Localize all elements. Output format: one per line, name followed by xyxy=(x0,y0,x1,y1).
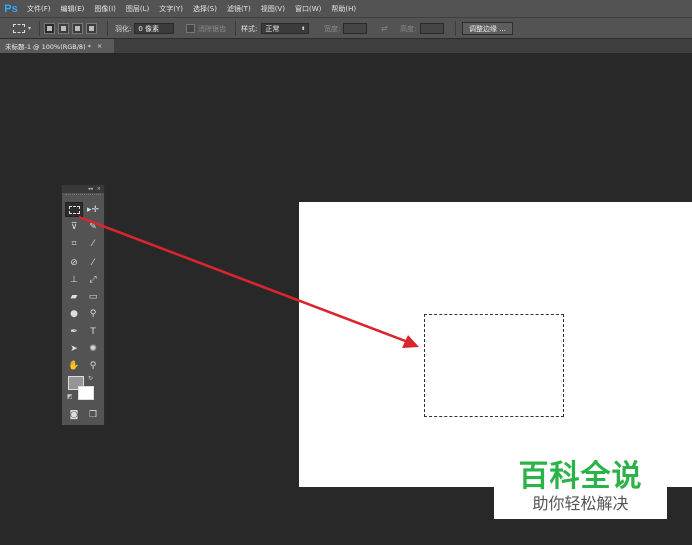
menu-file[interactable]: 文件(F) xyxy=(22,4,56,14)
document-tab[interactable]: 未标题-1 @ 100%(RGB/8) * × xyxy=(0,39,114,53)
type-tool[interactable]: T xyxy=(84,324,102,339)
quick-mask-button[interactable]: ◙ xyxy=(65,407,83,422)
tools-panel-header: ◂◂ × xyxy=(62,185,104,193)
background-color-swatch[interactable] xyxy=(78,386,94,400)
divider xyxy=(39,21,40,36)
divider xyxy=(107,21,108,36)
blur-tool[interactable]: ● xyxy=(65,306,83,321)
history-brush-icon: ⤢ xyxy=(89,274,97,285)
feather-input[interactable]: 0 像素 xyxy=(134,23,175,34)
menu-type[interactable]: 文字(Y) xyxy=(154,4,188,14)
menu-image[interactable]: 图像(I) xyxy=(89,4,121,14)
shape-icon: ✺ xyxy=(89,343,97,354)
antialias-label: 消除锯齿 xyxy=(198,24,226,33)
marquee-icon xyxy=(68,205,80,214)
pen-tool[interactable]: ✒ xyxy=(65,324,83,339)
magnifier-icon: ⚲ xyxy=(89,360,97,371)
document-tab-title: 未标题-1 @ 100%(RGB/8) * xyxy=(5,43,91,51)
eyedropper-tool[interactable]: ⁄ xyxy=(84,236,102,251)
rectangular-marquee-icon xyxy=(13,24,25,33)
eyedropper-icon: ⁄ xyxy=(92,238,94,249)
hand-tool[interactable]: ✋ xyxy=(65,358,83,373)
stamp-icon: ⊥ xyxy=(70,274,78,285)
move-icon: ▸✛ xyxy=(86,204,100,215)
screen-mode-icon: ❐ xyxy=(88,409,98,420)
options-bar: ▾ 羽化: 0 像素 消除锯齿 样式: 正常 ⬍ 宽度: ⇄ 高度: 调整边缘 … xyxy=(0,17,692,39)
style-select[interactable]: 正常 ⬍ xyxy=(261,23,310,34)
menu-help[interactable]: 帮助(H) xyxy=(326,4,361,14)
watermark-title: 百科全说 xyxy=(518,459,643,494)
menu-bar: Ps 文件(F) 编辑(E) 图像(I) 图层(L) 文字(Y) 选择(S) 滤… xyxy=(0,0,692,17)
eraser-tool[interactable]: ▰ xyxy=(65,289,83,304)
document-tab-bar: 未标题-1 @ 100%(RGB/8) * × xyxy=(0,39,692,53)
subtract-from-selection-button[interactable] xyxy=(72,23,83,34)
crop-tool[interactable]: ⌗ xyxy=(65,236,83,251)
default-colors-icon[interactable]: ◩ xyxy=(67,393,73,400)
path-selection-tool[interactable]: ➤ xyxy=(65,341,83,356)
intersect-selection-button[interactable] xyxy=(86,23,97,34)
style-label: 样式: xyxy=(241,24,258,33)
tool-preset-picker[interactable]: ▾ xyxy=(13,22,31,35)
zoom-tool[interactable]: ⚲ xyxy=(84,358,102,373)
photoshop-logo[interactable]: Ps xyxy=(0,0,22,17)
tools-panel: ◂◂ × ▸✛ ⊽ ✎ ⌗ ⁄ ⊘ ⁄ ⊥ ⤢ ▰ ▭ ● ⚲ ✒ T ➤ ✺ … xyxy=(61,184,105,426)
hand-icon: ✋ xyxy=(68,360,80,371)
gradient-tool[interactable]: ▭ xyxy=(84,289,102,304)
lasso-tool[interactable]: ⊽ xyxy=(65,219,83,234)
watermark-subtitle: 助你轻松解决 xyxy=(532,494,629,513)
quick-mask-icon: ◙ xyxy=(69,409,79,420)
clone-stamp-tool[interactable]: ⊥ xyxy=(65,272,83,287)
marquee-selection xyxy=(424,314,564,417)
dodge-tool[interactable]: ⚲ xyxy=(84,306,102,321)
healing-brush-tool[interactable]: ⊘ xyxy=(65,255,83,270)
panel-grip[interactable] xyxy=(65,194,101,200)
refine-edge-button[interactable]: 调整边缘 ... xyxy=(462,22,513,35)
select-arrows-icon: ⬍ xyxy=(301,25,306,32)
close-icon[interactable]: × xyxy=(97,186,101,192)
type-icon: T xyxy=(90,326,96,337)
arrow-cursor-icon: ➤ xyxy=(70,343,78,354)
brush-tool[interactable]: ⁄ xyxy=(84,255,102,270)
screen-mode-button[interactable]: ❐ xyxy=(84,407,102,422)
width-input xyxy=(343,23,368,34)
style-select-value: 正常 xyxy=(265,24,280,33)
watermark: 百科全说 助你轻松解决 xyxy=(494,447,667,519)
menu-view[interactable]: 视图(V) xyxy=(256,4,290,14)
new-selection-button[interactable] xyxy=(44,23,55,34)
dodge-icon: ⚲ xyxy=(89,308,97,319)
lasso-icon: ⊽ xyxy=(70,221,78,232)
brush-icon: ⁄ xyxy=(92,257,94,268)
menu-window[interactable]: 窗口(W) xyxy=(290,4,326,14)
history-brush-tool[interactable]: ⤢ xyxy=(84,272,102,287)
divider xyxy=(235,21,236,36)
crop-icon: ⌗ xyxy=(71,238,77,249)
menu-edit[interactable]: 编辑(E) xyxy=(56,4,90,14)
custom-shape-tool[interactable]: ✺ xyxy=(84,341,102,356)
height-input xyxy=(420,23,445,34)
collapse-panel-icon[interactable]: ◂◂ xyxy=(88,186,93,192)
add-to-selection-button[interactable] xyxy=(58,23,69,34)
bandage-icon: ⊘ xyxy=(70,257,78,268)
droplet-icon: ● xyxy=(70,308,78,319)
move-tool[interactable]: ▸✛ xyxy=(84,202,102,217)
quick-selection-tool[interactable]: ✎ xyxy=(84,219,102,234)
swap-colors-icon[interactable]: ↻ xyxy=(88,375,93,382)
checkbox-box[interactable] xyxy=(186,24,195,33)
menu-layer[interactable]: 图层(L) xyxy=(121,4,154,14)
antialias-checkbox[interactable]: 消除锯齿 xyxy=(186,22,226,35)
height-label: 高度: xyxy=(400,24,417,33)
gradient-icon: ▭ xyxy=(88,291,98,302)
divider xyxy=(455,21,456,36)
feather-label: 羽化: xyxy=(115,24,132,33)
chevron-down-icon: ▾ xyxy=(28,25,32,32)
rectangular-marquee-tool[interactable] xyxy=(65,202,83,217)
quick-selection-icon: ✎ xyxy=(89,221,97,232)
swap-width-height-icon: ⇄ xyxy=(381,24,388,33)
close-icon[interactable]: × xyxy=(97,42,102,50)
pen-icon: ✒ xyxy=(70,326,78,337)
eraser-icon: ▰ xyxy=(70,291,78,302)
menu-filter[interactable]: 滤镜(T) xyxy=(222,4,256,14)
menu-select[interactable]: 选择(S) xyxy=(188,4,222,14)
width-label: 宽度: xyxy=(324,24,341,33)
